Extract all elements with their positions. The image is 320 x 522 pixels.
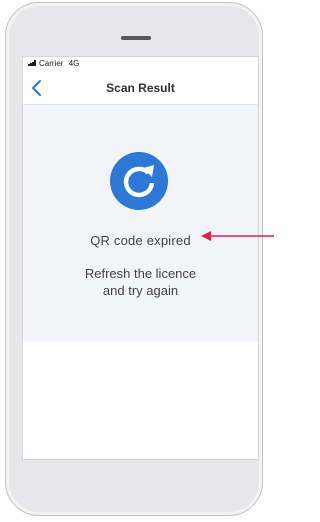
carrier-label: Carrier 4G [39,59,79,68]
result-message-line-1: Refresh the licence [84,266,197,281]
phone-bottom-bezel [6,463,262,515]
carrier-name: Carrier [39,59,64,68]
page-title: Scan Result [106,81,175,95]
app-screen: Carrier 4G Scan Result QR code expired R… [22,56,259,460]
signal-icon [28,60,37,66]
navigation-bar: Scan Result [23,71,258,105]
status-bar: Carrier 4G [23,57,258,71]
phone-speaker [121,36,151,40]
result-message: Refresh the licence and try again [23,265,258,299]
refresh-icon [110,152,168,210]
scan-result-panel: QR code expired Refresh the licence and … [23,105,258,342]
result-message-line-2: and try again [102,283,179,298]
annotation-arrow-icon [201,231,274,241]
network-type: 4G [68,59,80,68]
